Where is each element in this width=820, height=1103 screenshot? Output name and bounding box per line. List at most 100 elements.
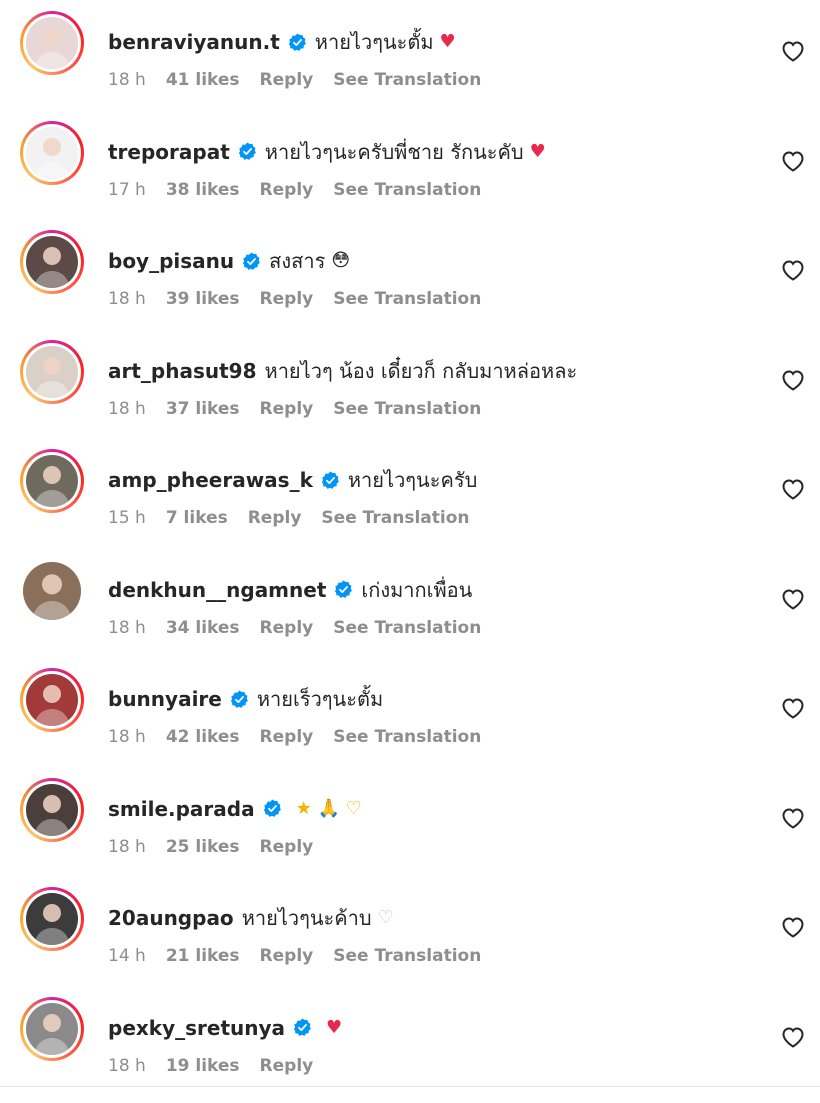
timestamp[interactable]: 18 h <box>108 399 146 419</box>
reply-button[interactable]: Reply <box>260 727 314 747</box>
timestamp[interactable]: 18 h <box>108 1056 146 1076</box>
timestamp[interactable]: 17 h <box>108 180 146 200</box>
username-link[interactable]: 20aungpao <box>108 903 234 933</box>
avatar-head <box>43 904 61 922</box>
reply-button[interactable]: Reply <box>260 289 314 309</box>
comment-text: หายไวๆนะครับ <box>347 468 478 492</box>
timestamp[interactable]: 14 h <box>108 946 146 966</box>
reply-button[interactable]: Reply <box>260 837 314 857</box>
avatar-head <box>43 685 61 703</box>
comment-line: smile.parada ★ 🙏 ♡ <box>108 794 362 824</box>
timestamp[interactable]: 18 h <box>108 70 146 90</box>
avatar-photo <box>26 17 78 69</box>
likes-count[interactable]: 41 likes <box>166 70 240 90</box>
avatar[interactable] <box>20 11 84 75</box>
like-heart-icon[interactable] <box>781 259 805 281</box>
username-link[interactable]: pexky_sretunya <box>108 1013 285 1043</box>
avatar-photo <box>23 561 81 620</box>
comment-row: treporapat หายไวๆนะครับพี่ชาย รักนะคับ ♥ 17… <box>0 117 820 227</box>
like-heart-icon[interactable] <box>781 697 805 719</box>
avatar[interactable] <box>20 120 84 185</box>
timestamp[interactable]: 18 h <box>108 837 146 857</box>
avatar[interactable] <box>20 230 84 294</box>
comment-text: หายไวๆนะครับพี่ชาย รักนะคับ <box>264 139 524 164</box>
comment-meta: 18 h 39 likes Reply See Translation <box>108 289 501 309</box>
reply-button[interactable]: Reply <box>260 618 314 638</box>
likes-count[interactable]: 21 likes <box>166 946 240 966</box>
likes-count[interactable]: 7 likes <box>166 508 228 528</box>
like-heart-icon[interactable] <box>781 1026 805 1048</box>
avatar[interactable] <box>20 339 84 404</box>
like-heart-icon[interactable] <box>781 588 805 610</box>
username-link[interactable]: treporapat <box>108 137 230 167</box>
avatar-head <box>43 794 61 813</box>
avatar[interactable] <box>20 558 84 623</box>
reply-button[interactable]: Reply <box>260 70 314 90</box>
timestamp[interactable]: 15 h <box>108 508 146 528</box>
like-heart-icon[interactable] <box>781 478 805 500</box>
reply-button[interactable]: Reply <box>260 399 314 419</box>
likes-count[interactable]: 38 likes <box>166 180 240 200</box>
verified-badge-icon <box>334 580 353 599</box>
username-link[interactable]: denkhun__ngamnet <box>108 575 326 605</box>
see-translation-link[interactable]: See Translation <box>321 508 469 528</box>
like-heart-icon[interactable] <box>781 40 805 62</box>
username-link[interactable]: art_phasut98 <box>108 356 257 386</box>
username-link[interactable]: boy_pisanu <box>108 246 234 276</box>
avatar-photo <box>26 893 78 945</box>
likes-count[interactable]: 39 likes <box>166 289 240 309</box>
see-translation-link[interactable]: See Translation <box>333 180 481 200</box>
avatar-head <box>43 137 61 156</box>
comment-text: หายไวๆนะค้าบ <box>241 906 372 930</box>
like-heart-icon[interactable] <box>781 150 805 172</box>
see-translation-link[interactable]: See Translation <box>333 70 481 90</box>
comment-text: เก่งมากเพื่อน <box>361 577 473 602</box>
like-heart-icon[interactable] <box>781 807 805 829</box>
like-heart-icon[interactable] <box>781 916 805 938</box>
comment-row: bunnyaire หายเร็วๆนะตั้ม 18 h 42 likes Reply… <box>0 664 820 774</box>
avatar[interactable] <box>20 449 84 513</box>
username-link[interactable]: amp_pheerawas_k <box>108 465 313 495</box>
see-translation-link[interactable]: See Translation <box>333 946 481 966</box>
comment-meta: 14 h 21 likes Reply See Translation <box>108 946 501 966</box>
timestamp[interactable]: 18 h <box>108 618 146 638</box>
see-translation-link[interactable]: See Translation <box>333 399 481 419</box>
reply-button[interactable]: Reply <box>260 1056 314 1076</box>
avatar-frame <box>23 999 81 1058</box>
timestamp[interactable]: 18 h <box>108 289 146 309</box>
comment-row: denkhun__ngamnet เก่งมากเพื่อน 18 h 34 like… <box>0 555 820 665</box>
verified-badge-icon <box>263 799 282 818</box>
avatar[interactable] <box>20 668 84 732</box>
likes-count[interactable]: 25 likes <box>166 837 240 857</box>
username-link[interactable]: smile.parada <box>108 794 255 824</box>
reply-button[interactable]: Reply <box>260 946 314 966</box>
see-translation-link[interactable]: See Translation <box>333 727 481 747</box>
likes-count[interactable]: 19 likes <box>166 1056 240 1076</box>
comment-text: หายไวๆ น้อง เดี๋ยวก็ กลับมาหล่อหละ <box>264 358 578 383</box>
comment-row: art_phasut98 หายไวๆ น้อง เดี๋ยวก็ กลับมาห… <box>0 336 820 446</box>
username-link[interactable]: benraviyanun.t <box>108 27 280 57</box>
avatar-frame <box>20 558 84 623</box>
comment-meta: 18 h 37 likes Reply See Translation <box>108 399 501 419</box>
avatar-head <box>43 28 61 46</box>
like-heart-icon[interactable] <box>781 369 805 391</box>
comment-row: smile.parada ★ 🙏 ♡ 18 h 25 likes Reply <box>0 774 820 884</box>
avatar[interactable] <box>20 777 84 842</box>
see-translation-link[interactable]: See Translation <box>333 618 481 638</box>
avatar[interactable] <box>20 887 84 951</box>
comment-meta: 18 h 34 likes Reply See Translation <box>108 618 501 638</box>
likes-count[interactable]: 34 likes <box>166 618 240 638</box>
comment-emoji: ♥ <box>439 31 456 52</box>
reply-button[interactable]: Reply <box>248 508 302 528</box>
likes-count[interactable]: 37 likes <box>166 399 240 419</box>
timestamp[interactable]: 18 h <box>108 727 146 747</box>
username-link[interactable]: bunnyaire <box>108 684 222 714</box>
avatar-frame <box>23 123 81 182</box>
reply-button[interactable]: Reply <box>260 180 314 200</box>
comment-emoji: ♥ <box>326 1016 343 1038</box>
avatar[interactable] <box>20 996 84 1061</box>
see-translation-link[interactable]: See Translation <box>333 289 481 309</box>
comment-row: benraviyanun.t หายไวๆนะตั้ม ♥ 18 h 41 likes R… <box>0 7 820 117</box>
likes-count[interactable]: 42 likes <box>166 727 240 747</box>
avatar-photo <box>26 1002 78 1055</box>
